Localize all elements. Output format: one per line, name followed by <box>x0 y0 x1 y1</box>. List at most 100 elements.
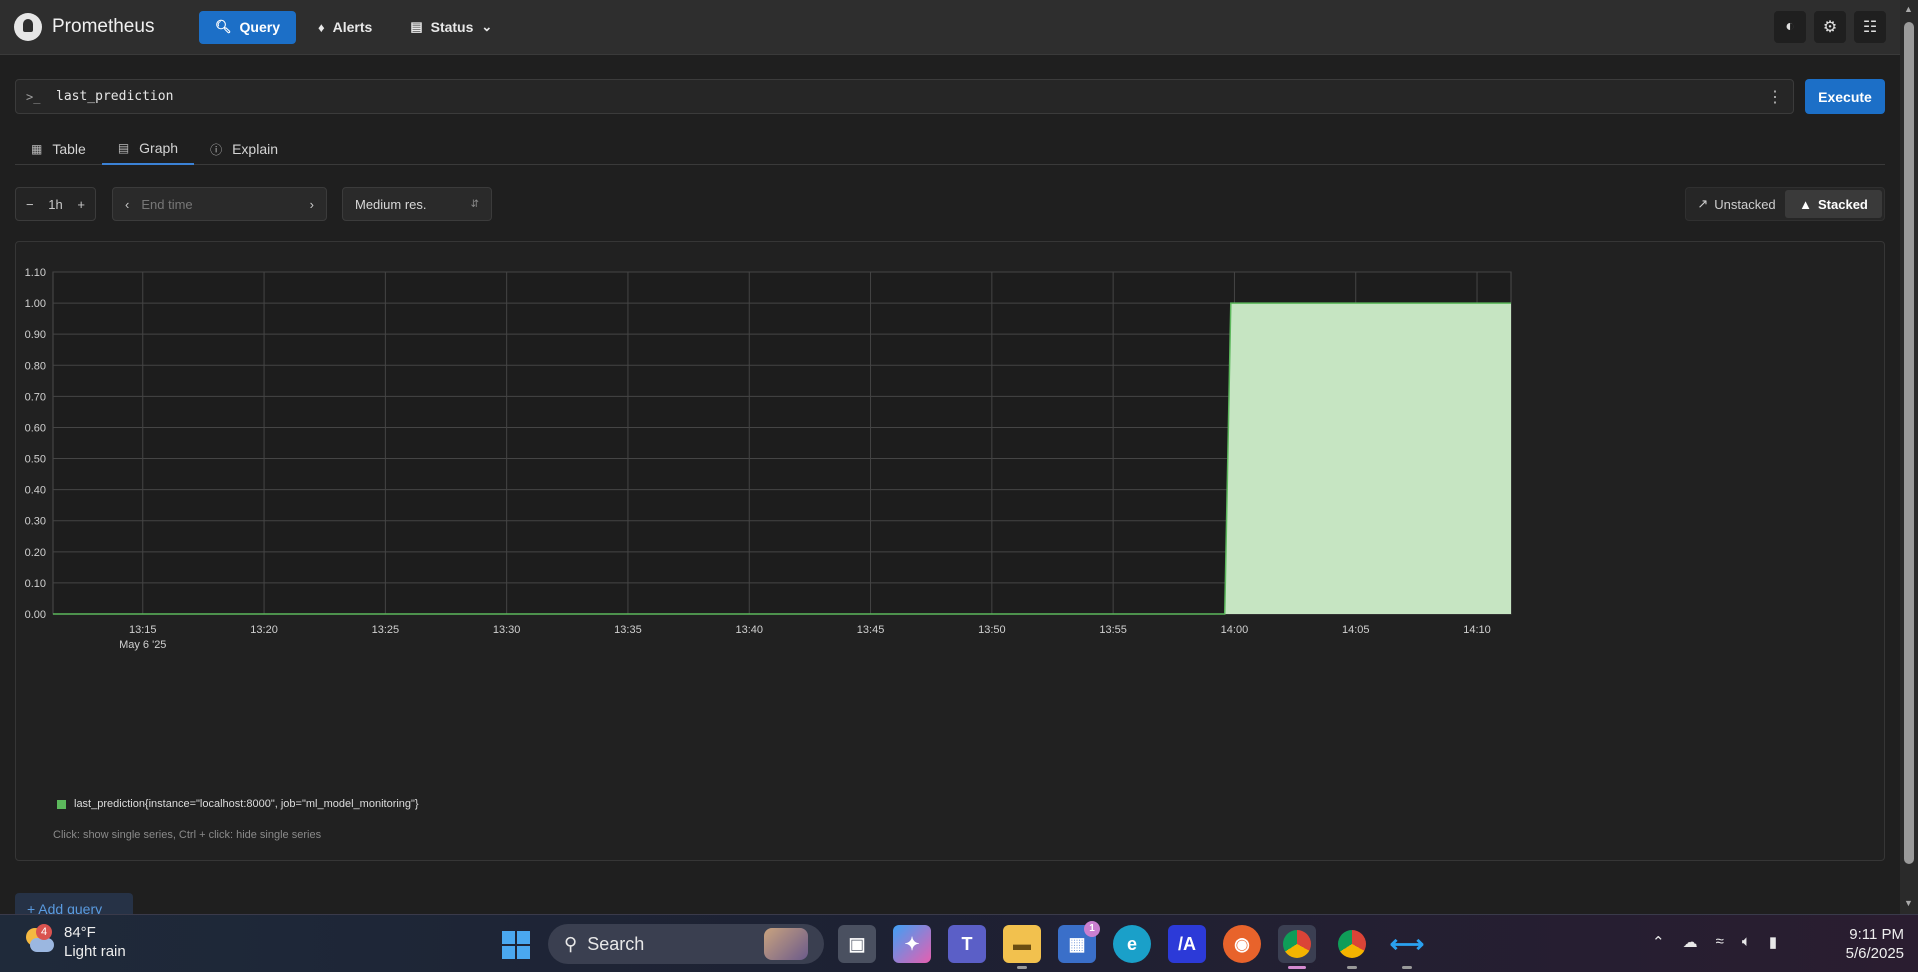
query-row: >_ last_prediction ⋮ Execute <box>15 79 1885 114</box>
info-icon: ⓘ <box>210 142 223 157</box>
brand-name: Prometheus <box>52 16 155 37</box>
nav-status-label: Status <box>430 19 474 35</box>
volume-icon[interactable]: 🔈︎ <box>1742 933 1751 951</box>
weather-widget[interactable]: 4 84°F Light rain <box>22 923 126 961</box>
windows-start-icon[interactable] <box>502 931 530 959</box>
chrome-profile-icon[interactable] <box>1278 925 1316 969</box>
panel-tabs: ▦ Table ▤ Graph ⓘ Explain <box>15 133 1885 165</box>
taskbar-search[interactable]: ⚲ Search <box>548 924 824 964</box>
scroll-up-icon[interactable]: ▲ <box>1904 4 1913 14</box>
expression-input[interactable]: >_ last_prediction ⋮ <box>15 79 1794 114</box>
teams-icon[interactable]: T <box>948 925 986 963</box>
nav-status-button[interactable]: ▤ Status ⌄ <box>394 11 508 44</box>
chevron-left-icon[interactable]: ‹ <box>125 197 129 212</box>
x-tick-label: 13:50 <box>978 624 1006 636</box>
graph-panel: 0.00 0.10 0.20 0.30 0.40 0.50 0.60 0.70 0.80 0.90… <box>15 241 1885 861</box>
vscode-icon[interactable]: ⟷ <box>1388 925 1426 969</box>
graph-icon: ▤ <box>117 141 130 155</box>
y-tick-label: 0.40 <box>25 485 46 497</box>
weather-temp: 84°F <box>64 924 96 941</box>
tab-table-label: Table <box>52 141 86 157</box>
search-icon: 🔍︎ <box>215 19 232 34</box>
stack-mode-toggle: ↗ Unstacked ▲ Stacked <box>1685 187 1885 221</box>
y-tick-label: 0.90 <box>25 329 46 341</box>
range-value[interactable]: 1h <box>48 197 62 212</box>
x-tick-label: 13:25 <box>372 624 400 636</box>
stacked-label: Stacked <box>1818 196 1868 212</box>
unstacked-button[interactable]: ↗ Unstacked <box>1688 190 1785 218</box>
x-tick-label: 14:10 <box>1463 624 1491 636</box>
copilot-icon[interactable]: ✦ <box>893 925 931 963</box>
chrome-icon[interactable] <box>1333 925 1371 969</box>
server-icon: ▤ <box>410 19 423 34</box>
vertical-scrollbar[interactable]: ▲ ▼ <box>1900 0 1918 914</box>
legend-series-label[interactable]: last_prediction{instance="localhost:8000… <box>74 798 419 810</box>
taskbar-clock[interactable]: 9:11 PM 5/6/2025 <box>1828 925 1904 963</box>
kebab-menu-icon[interactable]: ⋮ <box>1767 87 1783 107</box>
nav-alerts-button[interactable]: ♦ Alerts <box>302 11 388 44</box>
search-highlight-image <box>764 928 808 960</box>
weather-rain-icon: 4 <box>22 924 54 958</box>
tab-explain-label: Explain <box>232 141 279 157</box>
end-time-placeholder: End time <box>141 196 193 212</box>
legend-swatch <box>57 799 66 809</box>
scrollbar-thumb[interactable] <box>1904 22 1914 864</box>
battery-icon[interactable]: ▮ <box>1769 933 1777 951</box>
execute-button[interactable]: Execute <box>1805 79 1885 114</box>
onedrive-icon[interactable]: ☁ <box>1683 933 1698 951</box>
y-tick-label: 0.00 <box>25 609 46 621</box>
system-tray: ⌃ ☁ ≈ 🔈︎ ▮ <box>1652 933 1777 951</box>
end-time-input[interactable]: ‹ End time › <box>112 187 327 221</box>
nav-alerts-label: Alerts <box>332 19 373 35</box>
taskbar-apps: ▣ ✦ T ▬ ▦ 1 e /A ◉ ⟷ <box>838 921 1426 969</box>
y-tick-label: 1.00 <box>25 298 46 310</box>
x-tick-label: 13:55 <box>1099 624 1127 636</box>
range-input: − 1h + <box>15 187 96 221</box>
store-icon[interactable]: ▦ 1 <box>1058 921 1100 963</box>
legend[interactable]: last_prediction{instance="localhost:8000… <box>57 798 419 810</box>
x-tick-label: 14:05 <box>1342 624 1370 636</box>
store-badge: 1 <box>1084 921 1100 937</box>
edge-icon[interactable]: e <box>1113 925 1151 963</box>
terminal-prompt-icon: >_ <box>26 89 41 104</box>
task-view-icon[interactable]: ▣ <box>838 925 876 963</box>
graph-controls: − 1h + ‹ End time › Medium res. ⇵ ↗ Unst… <box>15 187 1885 221</box>
book-icon[interactable]: ☷ <box>1854 11 1886 43</box>
bell-icon: ♦ <box>317 19 325 35</box>
gear-icon[interactable]: ⚙︎ <box>1814 11 1846 43</box>
resolution-select[interactable]: Medium res. ⇵ <box>342 187 492 221</box>
select-caret-icon: ⇵ <box>470 198 479 210</box>
tab-explain[interactable]: ⓘ Explain <box>194 133 294 165</box>
clock-time: 9:11 PM <box>1849 926 1904 943</box>
table-icon: ▦ <box>31 142 43 156</box>
firefox-icon[interactable]: ◉ <box>1223 925 1261 963</box>
y-tick-label: 1.10 <box>25 267 46 279</box>
add-query-button[interactable]: + Add query <box>15 893 133 915</box>
range-increase-button[interactable]: + <box>77 197 85 212</box>
wifi-icon[interactable]: ≈ <box>1716 933 1724 951</box>
nav-query-label: Query <box>239 19 280 35</box>
taskbar-search-label: Search <box>587 933 645 954</box>
y-tick-label: 0.50 <box>25 454 46 466</box>
x-tick-label: 13:40 <box>735 624 763 636</box>
range-decrease-button[interactable]: − <box>26 197 34 212</box>
scroll-down-icon[interactable]: ▼ <box>1904 898 1913 908</box>
chevron-right-icon[interactable]: › <box>310 197 314 212</box>
nav-query-button[interactable]: 🔍︎ Query <box>199 10 296 44</box>
tab-table[interactable]: ▦ Table <box>15 133 102 165</box>
resolution-value: Medium res. <box>355 196 427 212</box>
contrast-icon[interactable]: ◐ <box>1774 11 1806 43</box>
y-tick-label: 0.20 <box>25 547 46 559</box>
expression-text[interactable]: last_prediction <box>56 89 173 104</box>
y-tick-label: 0.80 <box>25 360 46 372</box>
y-tick-label: 0.30 <box>25 516 46 528</box>
time-series-chart[interactable]: 0.00 0.10 0.20 0.30 0.40 0.50 0.60 0.70 0.80 0.90… <box>16 242 1886 782</box>
os-taskbar: 4 84°F Light rain ⚲ Search ▣ ✦ T ▬ ▦ 1 e … <box>0 914 1918 972</box>
vpn-app-icon[interactable]: /A <box>1168 925 1206 963</box>
file-explorer-icon[interactable]: ▬ <box>1003 925 1041 969</box>
brand[interactable]: Prometheus <box>14 13 199 41</box>
tab-graph[interactable]: ▤ Graph <box>101 133 195 165</box>
prometheus-logo-icon <box>14 13 42 41</box>
stacked-button[interactable]: ▲ Stacked <box>1785 190 1882 218</box>
chevron-up-icon[interactable]: ⌃ <box>1652 933 1665 951</box>
